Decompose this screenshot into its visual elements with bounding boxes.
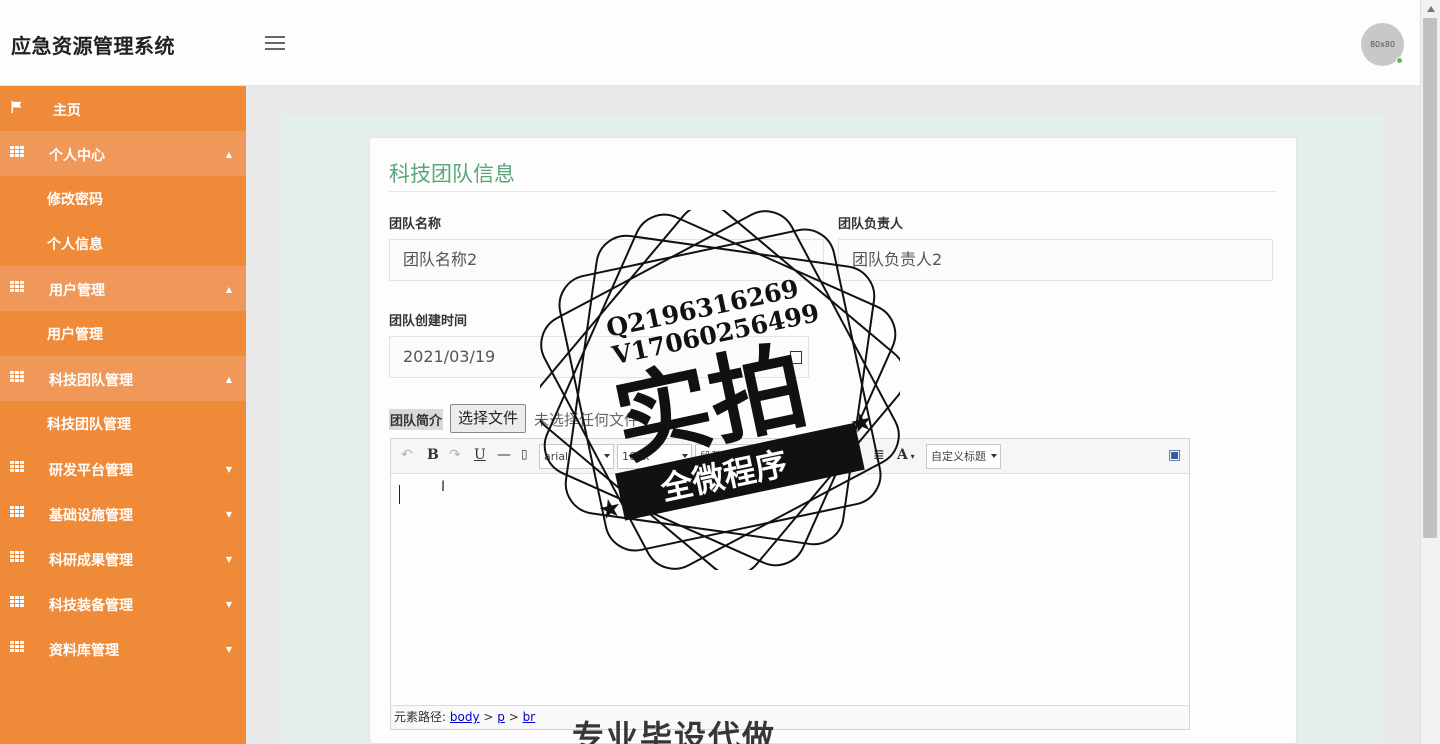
team-name-label: 团队名称 — [389, 217, 442, 232]
grid-icon — [10, 461, 24, 473]
sidebar-subitem-tech-team-management[interactable]: 科技团队管理 — [0, 401, 246, 446]
undo-icon[interactable]: ↶ — [401, 447, 413, 463]
sidebar-item-rd-platform[interactable]: 研发平台管理 ▼ — [0, 446, 246, 491]
caret-down-icon: ▼ — [225, 600, 232, 609]
sidebar-subitem-change-password[interactable]: 修改密码 — [0, 176, 246, 221]
align-justify-icon[interactable]: ≣ — [873, 447, 885, 463]
caret-down-icon: ▼ — [225, 645, 232, 654]
team-leader-input[interactable]: 团队负责人2 — [838, 239, 1273, 281]
grid-icon — [10, 146, 24, 158]
title-divider — [389, 191, 1277, 192]
sidebar-item-label: 主页 — [53, 103, 81, 119]
team-leader-label: 团队负责人 — [838, 217, 904, 232]
align-left-icon[interactable]: ≡ — [825, 447, 837, 463]
app-title: 应急资源管理系统 — [11, 34, 175, 58]
sidebar-item-user-management[interactable]: 用户管理 ▲ — [0, 266, 246, 311]
custom-heading-value: 自定义标题 — [931, 450, 986, 463]
created-time-input[interactable]: 2021/03/19 — [389, 336, 809, 378]
sidebar-item-label: 科研成果管理 — [49, 553, 133, 569]
font-size-value: 16px — [622, 450, 650, 463]
sidebar-subitem-user-management[interactable]: 用户管理 — [0, 311, 246, 356]
sidebar-item-label: 资料库管理 — [49, 643, 119, 659]
sidebar-item-label: 基础设施管理 — [49, 508, 133, 524]
caret-up-icon: ▲ — [225, 150, 232, 159]
grid-icon — [10, 371, 24, 383]
caret-down-icon: ▼ — [225, 555, 232, 564]
underline-icon[interactable]: U — [474, 447, 486, 463]
grid-icon — [10, 506, 24, 518]
intro-label: 团队简介 — [389, 409, 444, 430]
sidebar-item-label: 研发平台管理 — [49, 463, 133, 479]
path-link-p[interactable]: p — [497, 710, 505, 724]
editor-toolbar: ↶ B ↷ U — ▯ arial 16px 段落 ≡ ≡ ≣ A ▾ 自定义标… — [391, 439, 1189, 474]
paste-icon[interactable]: ▯ — [521, 447, 528, 461]
text-caret — [399, 485, 400, 504]
watermark-bottom-text: 专业毕设代做 — [572, 718, 777, 744]
online-status-dot — [1396, 57, 1403, 64]
font-color-icon[interactable]: A ▾ — [897, 447, 915, 463]
path-link-body[interactable]: body — [450, 710, 480, 724]
sidebar-item-tech-equipment[interactable]: 科技装备管理 ▼ — [0, 581, 246, 626]
form-card: 科技团队信息 团队名称 团队名称2 团队负责人 团队负责人2 团队创建时间 20… — [369, 137, 1297, 744]
menu-toggle-icon[interactable] — [265, 36, 285, 52]
horizontal-rule-icon[interactable]: — — [497, 447, 511, 463]
caret-up-icon: ▲ — [225, 285, 232, 294]
scroll-thumb[interactable] — [1423, 18, 1437, 538]
sidebar-item-home[interactable]: 主页 — [0, 86, 246, 131]
element-path-bar: 元素路径: body > p > br — [391, 705, 1189, 729]
grid-icon — [10, 551, 24, 563]
sidebar-item-infrastructure[interactable]: 基础设施管理 ▼ — [0, 491, 246, 536]
choose-file-button[interactable]: 选择文件 — [450, 404, 527, 433]
custom-heading-select[interactable]: 自定义标题 — [926, 444, 1001, 469]
file-status-text: 未选择任何文件 — [534, 411, 640, 429]
sidebar-item-label: 科技团队管理 — [49, 373, 133, 389]
calendar-icon[interactable] — [790, 351, 802, 364]
element-path-label: 元素路径: — [394, 710, 447, 724]
sidebar-item-label: 科技装备管理 — [49, 598, 133, 614]
scroll-up-arrow-icon[interactable] — [1427, 6, 1435, 12]
sidebar-item-label: 个人中心 — [49, 148, 105, 164]
font-size-select[interactable]: 16px — [617, 444, 692, 469]
ibeam-cursor-icon: I — [441, 479, 446, 495]
path-link-br[interactable]: br — [523, 710, 536, 724]
rich-text-editor: ↶ B ↷ U — ▯ arial 16px 段落 ≡ ≡ ≣ A ▾ 自定义标… — [390, 438, 1190, 730]
grid-icon — [10, 596, 24, 608]
sidebar-subitem-personal-info[interactable]: 个人信息 — [0, 221, 246, 266]
grid-icon — [10, 281, 24, 293]
sidebar: 主页 个人中心 ▲ 修改密码 个人信息 用户管理 ▲ 用户管理 科技团队管理 ▲… — [0, 86, 246, 744]
sidebar-item-label: 用户管理 — [49, 283, 105, 299]
sidebar-item-research-results[interactable]: 科研成果管理 ▼ — [0, 536, 246, 581]
grid-icon — [10, 641, 24, 653]
caret-down-icon: ▼ — [225, 510, 232, 519]
caret-down-icon: ▼ — [225, 465, 232, 474]
paragraph-select[interactable]: 段落 — [695, 444, 815, 469]
caret-up-icon: ▲ — [225, 375, 232, 384]
flag-icon — [11, 101, 22, 113]
created-time-label: 团队创建时间 — [389, 314, 468, 329]
page-title: 科技团队信息 — [389, 162, 515, 186]
redo-icon[interactable]: ↷ — [449, 447, 461, 463]
align-center-icon[interactable]: ≡ — [849, 447, 861, 463]
paragraph-value: 段落 — [700, 450, 722, 463]
font-family-value: arial — [544, 450, 569, 463]
sidebar-item-personal-center[interactable]: 个人中心 ▲ — [0, 131, 246, 176]
editor-content-area[interactable]: I — [391, 475, 1189, 704]
bold-icon[interactable]: B — [427, 447, 439, 463]
font-family-select[interactable]: arial — [539, 444, 614, 469]
team-name-input[interactable]: 团队名称2 — [389, 239, 824, 281]
top-header: 应急资源管理系统 80x80 — [0, 0, 1420, 86]
sidebar-item-library[interactable]: 资料库管理 ▼ — [0, 626, 246, 671]
sidebar-item-tech-team-management[interactable]: 科技团队管理 ▲ — [0, 356, 246, 401]
page-scrollbar[interactable] — [1420, 0, 1440, 744]
preview-icon[interactable]: ▣ — [1168, 447, 1181, 463]
